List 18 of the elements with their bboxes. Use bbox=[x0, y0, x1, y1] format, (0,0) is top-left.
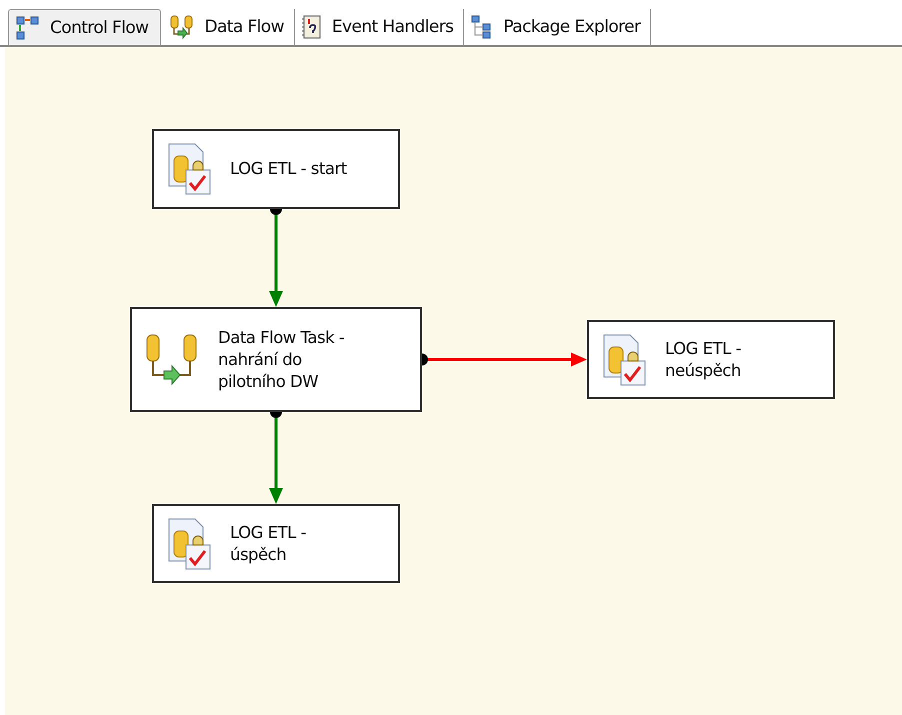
tab[interactable]: Data Flow bbox=[163, 9, 295, 45]
task-label: LOG ETL - start bbox=[230, 158, 347, 180]
data-flow-icon bbox=[169, 14, 196, 40]
sql-task-icon bbox=[166, 516, 212, 570]
tab[interactable]: Event Handlers bbox=[294, 9, 464, 45]
task-box[interactable]: LOG ETL - neúspěch bbox=[587, 320, 835, 399]
sql-task-icon bbox=[166, 142, 212, 196]
event-handlers-icon bbox=[300, 14, 323, 40]
task-box[interactable]: LOG ETL - start bbox=[152, 129, 400, 209]
control-flow-icon bbox=[15, 14, 41, 40]
task-label: LOG ETL - úspěch bbox=[230, 522, 308, 566]
task-label: LOG ETL - neúspěch bbox=[665, 338, 742, 382]
task-box[interactable]: LOG ETL - úspěch bbox=[152, 504, 400, 583]
tab[interactable]: Control Flow bbox=[8, 9, 162, 45]
task-label: Data Flow Task - nahrání do pilotního DW bbox=[218, 326, 346, 392]
sql-task-icon bbox=[601, 332, 647, 386]
task-box[interactable]: Data Flow Task - nahrání do pilotního DW bbox=[130, 307, 422, 412]
tab[interactable]: Package Explorer bbox=[464, 9, 652, 45]
